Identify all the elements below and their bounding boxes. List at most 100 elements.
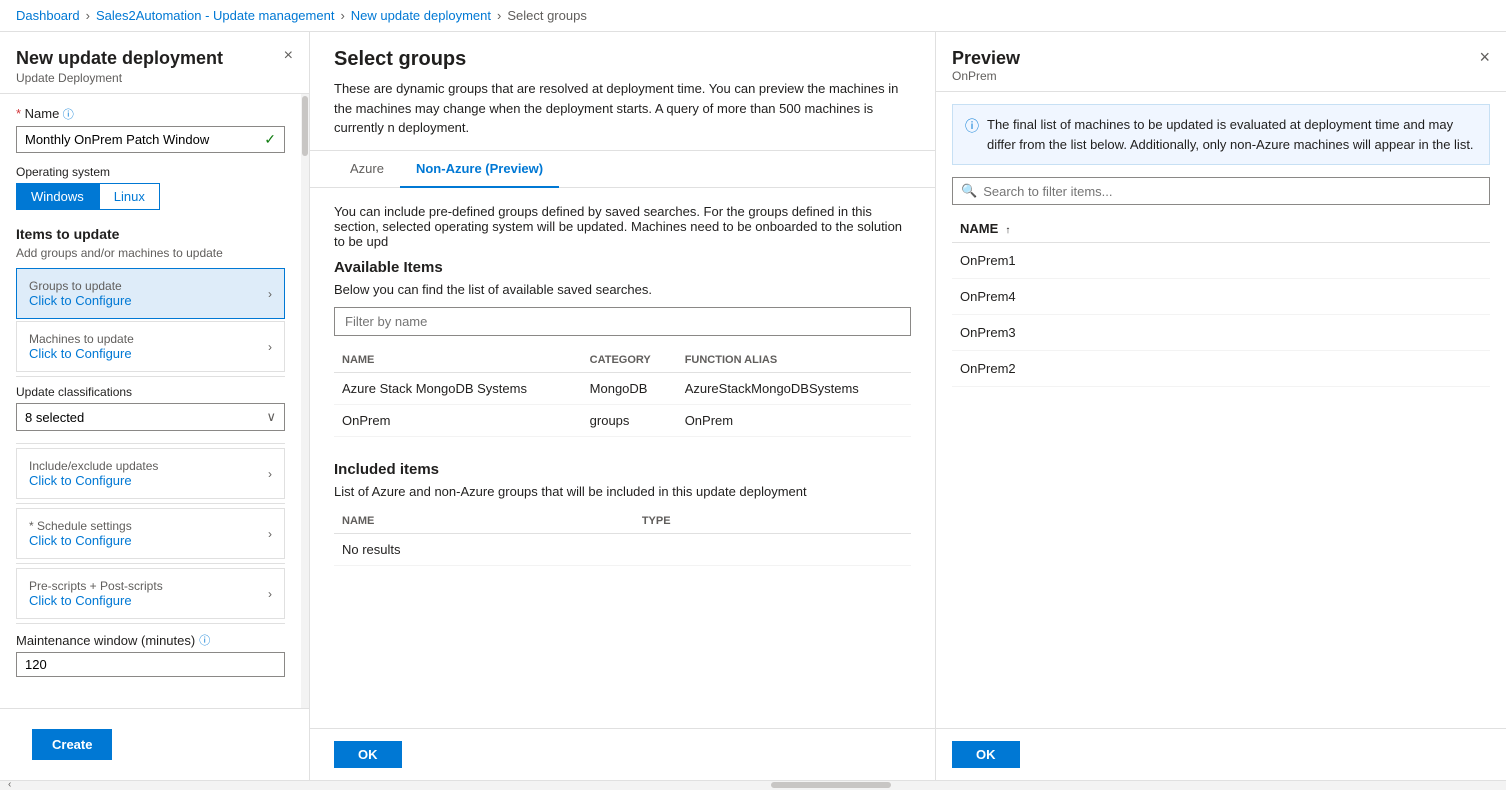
- create-button[interactable]: Create: [32, 729, 112, 760]
- breadcrumb-sep3: ›: [497, 8, 501, 23]
- items-to-update-section: Items to update Add groups and/or machin…: [16, 226, 285, 260]
- left-panel-title: New update deployment: [16, 48, 223, 69]
- preview-info-text: The final list of machines to be updated…: [987, 115, 1477, 154]
- horizontal-scrollbar[interactable]: ‹: [0, 780, 1506, 788]
- available-row-name: Azure Stack MongoDB Systems: [334, 372, 582, 404]
- breadcrumb-sales2auto[interactable]: Sales2Automation - Update management: [96, 8, 334, 23]
- prescripts-label: Pre-scripts + Post-scripts: [29, 579, 163, 593]
- preview-search-box[interactable]: 🔍: [952, 177, 1490, 205]
- schedule-settings-item[interactable]: * Schedule settings Click to Configure ›: [16, 508, 285, 559]
- included-items-tbody: No results: [334, 533, 911, 565]
- os-windows-button[interactable]: Windows: [16, 183, 99, 210]
- table-row: OnPrem2: [952, 351, 1490, 387]
- groups-to-update-chevron: ›: [268, 287, 272, 301]
- name-field-label: * Name ⓘ: [16, 106, 285, 122]
- classifications-value: 8 selected: [25, 410, 84, 425]
- no-results: No results: [334, 533, 911, 565]
- schedule-label: * Schedule settings: [29, 519, 132, 533]
- middle-ok-button[interactable]: OK: [334, 741, 402, 768]
- table-row: OnPrem1: [952, 243, 1490, 279]
- items-section-subtitle: Add groups and/or machines to update: [16, 246, 285, 260]
- included-items-table: NAME TYPE No results: [334, 509, 911, 566]
- scrollbar-thumb[interactable]: [771, 782, 891, 788]
- schedule-value: Click to Configure: [29, 533, 132, 548]
- available-items-desc: Below you can find the list of available…: [334, 282, 911, 297]
- included-col-type: TYPE: [634, 509, 911, 534]
- available-row-alias: OnPrem: [677, 404, 911, 436]
- middle-header: Select groups These are dynamic groups t…: [310, 32, 935, 151]
- divider2: [16, 443, 285, 444]
- left-scrollbar[interactable]: [301, 94, 309, 708]
- os-buttons: Windows Linux: [16, 183, 285, 210]
- groups-to-update-item[interactable]: Groups to update Click to Configure ›: [16, 268, 285, 319]
- tab-non-azure[interactable]: Non-Azure (Preview): [400, 151, 559, 188]
- col-alias: FUNCTION ALIAS: [677, 348, 911, 373]
- prescripts-chevron: ›: [268, 587, 272, 601]
- maintenance-input[interactable]: [25, 657, 276, 672]
- maintenance-label: Maintenance window (minutes): [16, 633, 195, 648]
- name-info-icon[interactable]: ⓘ: [63, 109, 74, 121]
- preview-table: NAME ↑ OnPrem1OnPrem4OnPrem3OnPrem2: [952, 215, 1490, 387]
- divider4: [16, 563, 285, 564]
- groups-to-update-value: Click to Configure: [29, 293, 132, 308]
- available-items-tbody: Azure Stack MongoDB Systems MongoDB Azur…: [334, 372, 911, 436]
- preview-title: Preview: [952, 48, 1020, 69]
- include-exclude-value: Click to Configure: [29, 473, 158, 488]
- preview-search-input[interactable]: [983, 184, 1481, 199]
- table-row: No results: [334, 533, 911, 565]
- included-items-title: Included items: [334, 461, 911, 478]
- middle-title: Select groups: [334, 48, 911, 71]
- table-row: OnPrem3: [952, 315, 1490, 351]
- middle-bottom-bar: OK: [310, 728, 935, 780]
- maintenance-info-icon[interactable]: ⓘ: [199, 632, 210, 648]
- include-exclude-chevron: ›: [268, 467, 272, 481]
- name-input-container: ✓: [16, 126, 285, 153]
- table-row[interactable]: OnPrem groups OnPrem: [334, 404, 911, 436]
- scroll-left-icon[interactable]: ‹: [8, 779, 11, 790]
- available-items-thead: NAME CATEGORY FUNCTION ALIAS: [334, 348, 911, 373]
- breadcrumb: Dashboard › Sales2Automation - Update ma…: [0, 0, 1506, 32]
- included-items-section: Included items List of Azure and non-Azu…: [334, 461, 911, 566]
- breadcrumb-new-deployment[interactable]: New update deployment: [351, 8, 491, 23]
- left-scroll-thumb: [302, 96, 308, 156]
- os-linux-button[interactable]: Linux: [99, 183, 160, 210]
- prescripts-value: Click to Configure: [29, 593, 163, 608]
- name-input[interactable]: [25, 132, 260, 147]
- prescripts-item[interactable]: Pre-scripts + Post-scripts Click to Conf…: [16, 568, 285, 619]
- available-items-title: Available Items: [334, 259, 911, 276]
- left-panel-subtitle: Update Deployment: [16, 71, 223, 85]
- breadcrumb-sep2: ›: [340, 8, 344, 23]
- divider1: [16, 376, 285, 377]
- preview-row-name: OnPrem1: [952, 243, 1490, 279]
- info-circle-icon: ⓘ: [965, 116, 979, 154]
- table-row: OnPrem4: [952, 279, 1490, 315]
- preview-ok-button[interactable]: OK: [952, 741, 1020, 768]
- required-marker: *: [16, 106, 25, 121]
- filter-input[interactable]: [334, 307, 911, 336]
- included-col-name: NAME: [334, 509, 634, 534]
- machines-to-update-item[interactable]: Machines to update Click to Configure ›: [16, 321, 285, 372]
- left-panel-close-button[interactable]: ×: [284, 48, 293, 64]
- left-panel-header: New update deployment Update Deployment …: [0, 32, 309, 94]
- items-section-title: Items to update: [16, 226, 285, 242]
- available-row-alias: AzureStackMongoDBSystems: [677, 372, 911, 404]
- breadcrumb-dashboard[interactable]: Dashboard: [16, 8, 80, 23]
- middle-desc: These are dynamic groups that are resolv…: [334, 79, 911, 138]
- machines-to-update-label: Machines to update: [29, 332, 134, 346]
- tabs-row: Azure Non-Azure (Preview): [310, 151, 935, 188]
- tab-azure[interactable]: Azure: [334, 151, 400, 188]
- preview-close-button[interactable]: ×: [1479, 48, 1490, 66]
- preview-row-name: OnPrem4: [952, 279, 1490, 315]
- schedule-chevron: ›: [268, 527, 272, 541]
- machines-to-update-chevron: ›: [268, 340, 272, 354]
- middle-content: You can include pre-defined groups defin…: [310, 188, 935, 729]
- divider5: [16, 623, 285, 624]
- machines-to-update-value: Click to Configure: [29, 346, 134, 361]
- classifications-dropdown[interactable]: 8 selected ∨: [16, 403, 285, 431]
- col-category: CATEGORY: [582, 348, 677, 373]
- table-row[interactable]: Azure Stack MongoDB Systems MongoDB Azur…: [334, 372, 911, 404]
- breadcrumb-current: Select groups: [507, 8, 587, 23]
- include-exclude-item[interactable]: Include/exclude updates Click to Configu…: [16, 448, 285, 499]
- os-label: Operating system: [16, 165, 285, 179]
- included-items-thead: NAME TYPE: [334, 509, 911, 534]
